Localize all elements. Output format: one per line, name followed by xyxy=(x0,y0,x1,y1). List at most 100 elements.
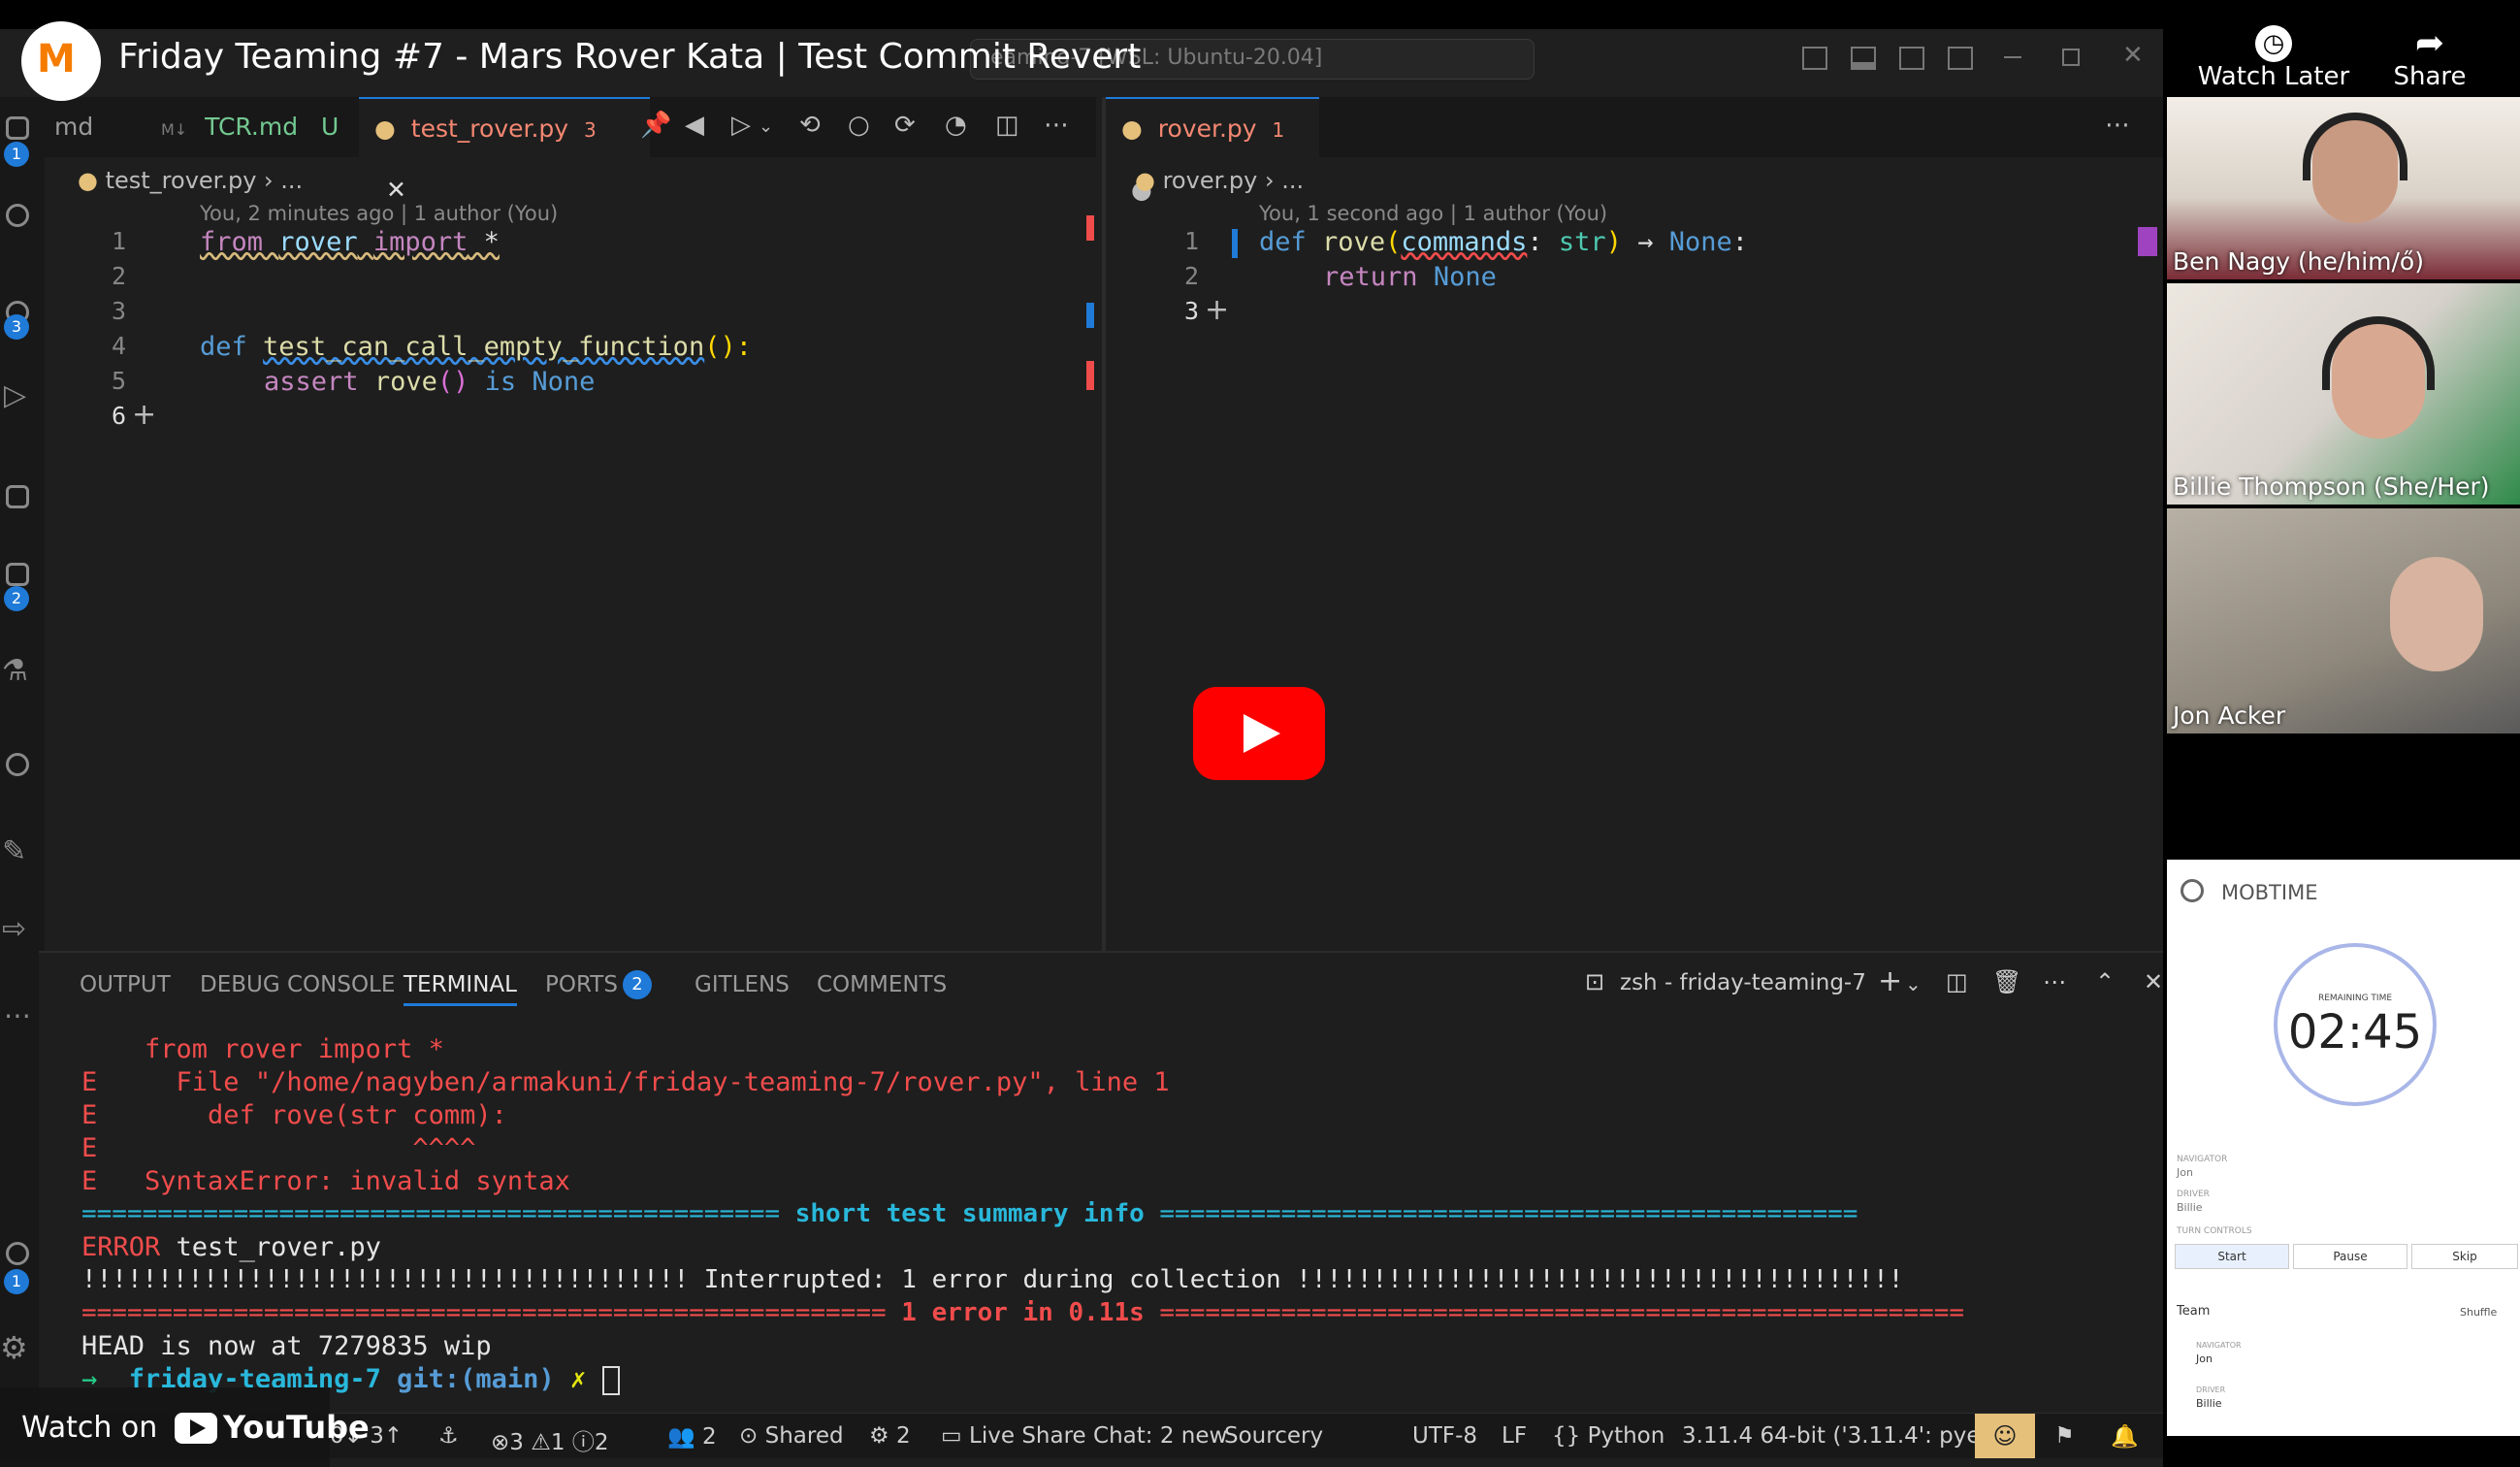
shared-status[interactable]: ⊙ Shared xyxy=(739,1423,844,1449)
channel-avatar[interactable]: M xyxy=(21,21,101,101)
more-actions-icon[interactable]: ⋯ xyxy=(2043,968,2066,995)
run-dropdown-icon[interactable]: ⌄ xyxy=(759,116,773,137)
close-window-icon[interactable]: ✕ xyxy=(2122,41,2144,70)
tab-comments[interactable]: COMMENTS xyxy=(817,972,947,997)
start-button[interactable]: Start xyxy=(2175,1244,2289,1269)
tab-gitlens[interactable]: GITLENS xyxy=(695,972,790,997)
blame-annotation[interactable]: You, 1 second ago | 1 author (You) xyxy=(1259,202,1607,225)
pause-button[interactable]: Pause xyxy=(2293,1244,2407,1269)
breadcrumb-file[interactable]: rover.py xyxy=(1163,167,1258,194)
accounts-icon[interactable] xyxy=(6,1242,29,1265)
testing-icon[interactable]: ⚗ xyxy=(2,654,28,688)
circle-icon[interactable]: ○ xyxy=(848,111,870,140)
shuffle-button[interactable]: Shuffle xyxy=(2460,1306,2497,1319)
share-button[interactable]: ➦ Share xyxy=(2376,25,2483,92)
tab-output[interactable]: OUTPUT xyxy=(80,972,171,997)
line-number: 2 xyxy=(1183,262,1199,290)
skip-button[interactable]: Skip xyxy=(2411,1244,2518,1269)
explorer-icon[interactable] xyxy=(6,116,29,140)
accounts-badge: 1 xyxy=(4,1269,29,1294)
toggle-panel-icon[interactable] xyxy=(1851,47,1876,70)
watch-on-youtube[interactable]: Watch on YouTube xyxy=(0,1387,370,1467)
blame-annotation[interactable]: You, 2 minutes ago | 1 author (You) xyxy=(200,202,558,225)
terminal-dropdown-icon[interactable]: ⌄ xyxy=(1905,972,1922,995)
tab-label: rover.py xyxy=(1157,114,1257,143)
tab-ports[interactable]: PORTS xyxy=(545,972,618,997)
new-terminal-plus-icon[interactable]: + xyxy=(1878,964,1902,998)
pin-icon[interactable]: 📌 xyxy=(640,111,671,140)
tab-md[interactable]: md xyxy=(39,97,109,157)
notifications-bell-icon[interactable]: 🔔 xyxy=(2111,1423,2139,1450)
toggle-primary-sidebar-icon[interactable] xyxy=(1802,47,1827,70)
extensions-badge: 2 xyxy=(4,586,29,611)
kill-terminal-trash-icon[interactable]: 🗑 xyxy=(1992,968,2021,995)
tab-debug-console[interactable]: DEBUG CONSOLE xyxy=(200,972,395,997)
close-panel-icon[interactable]: ✕ xyxy=(2144,968,2163,995)
driver-label: DRIVER xyxy=(2177,1190,2210,1199)
manage-gear-icon[interactable]: ⚙ xyxy=(0,1329,28,1366)
language-status[interactable]: {} Python xyxy=(1552,1423,1664,1449)
tab-rover-py[interactable]: ● rover.py 1 ● xyxy=(1106,97,1319,204)
python-file-icon: ● xyxy=(1135,167,1155,194)
remote-explorer-icon[interactable] xyxy=(6,485,29,508)
go-forward-icon[interactable]: ⟳ xyxy=(894,111,916,140)
encoding-status[interactable]: UTF-8 xyxy=(1412,1423,1477,1449)
maximize-panel-icon[interactable]: ⌃ xyxy=(2095,968,2115,995)
code-line-4[interactable]: def test_can_call_empty_function(): xyxy=(200,332,752,362)
live-share-icon[interactable] xyxy=(6,753,29,776)
mute-icon[interactable]: ◀ xyxy=(685,111,704,140)
split-terminal-icon[interactable]: ◫ xyxy=(1946,968,1968,995)
video-title[interactable]: Friday Teaming #7 - Mars Rover Kata | Te… xyxy=(118,37,1141,77)
breadcrumb-more[interactable]: ... xyxy=(1281,167,1304,194)
minimize-icon[interactable] xyxy=(2004,56,2021,58)
code-line-1[interactable]: def rove(commands: str) → None: xyxy=(1259,227,1748,257)
watch-later-button[interactable]: ◷ Watch Later xyxy=(2194,25,2353,91)
feedback-icon[interactable]: ⚑ xyxy=(2054,1423,2075,1449)
error-count: 3 xyxy=(509,1430,524,1455)
maximize-icon[interactable] xyxy=(2062,49,2080,66)
go-back-icon[interactable]: ⟲ xyxy=(799,111,821,140)
source-control-badge: 3 xyxy=(4,314,29,340)
participants-status[interactable]: 👥 2 xyxy=(667,1423,717,1450)
sourcery-status[interactable]: Sourcery xyxy=(1224,1423,1323,1449)
more-actions-icon[interactable]: ⋯ xyxy=(2105,111,2130,140)
problems-status[interactable]: ⊗3 ⚠1 ⓘ2 xyxy=(491,1423,608,1456)
watch-later-label: Watch Later xyxy=(2197,62,2350,91)
language-label: Python xyxy=(1587,1423,1665,1449)
search-icon[interactable] xyxy=(6,204,29,227)
breadcrumb-more[interactable]: ... xyxy=(280,167,303,194)
more-actions-icon[interactable]: ⋯ xyxy=(1044,111,1069,140)
customize-layout-icon[interactable] xyxy=(1948,47,1973,70)
more-views-icon[interactable]: ⋯ xyxy=(4,999,31,1031)
add-line-plus-icon[interactable]: + xyxy=(1205,293,1229,327)
split-editor-icon[interactable]: ◫ xyxy=(995,111,1019,140)
tab-tcr-md[interactable]: M↓ TCR.md U xyxy=(145,97,354,157)
gitlens-icon[interactable]: ✎ xyxy=(2,834,26,868)
toggle-secondary-sidebar-icon[interactable] xyxy=(1899,47,1924,70)
eol-status[interactable]: LF xyxy=(1502,1423,1527,1449)
run-debug-icon[interactable]: ▷ xyxy=(4,378,26,412)
tab-terminal[interactable]: TERMINAL xyxy=(404,972,517,1006)
code-line-5[interactable]: assert rove() is None xyxy=(264,367,595,397)
timeline-icon[interactable]: ◔ xyxy=(945,111,967,140)
error-mark xyxy=(1086,215,1094,241)
tab-test-rover-py[interactable]: ● test_rover.py 3 ✕ xyxy=(359,97,650,204)
start-label: Start xyxy=(2217,1250,2246,1263)
run-file-icon[interactable]: ▷ xyxy=(731,111,751,140)
extension-status[interactable]: ⚙ 2 xyxy=(869,1423,911,1449)
line-prefix: E xyxy=(81,1067,98,1097)
play-button[interactable] xyxy=(1193,687,1325,780)
add-line-plus-icon[interactable]: + xyxy=(132,398,156,432)
extensions-icon[interactable] xyxy=(6,563,29,586)
line-number: 2 xyxy=(111,262,126,290)
live-share-chat-status[interactable]: ▭ Live Share Chat: 2 new xyxy=(941,1423,1227,1449)
tab-label: test_rover.py xyxy=(410,114,569,143)
git-graph-icon[interactable]: ⇨ xyxy=(2,912,26,946)
copilot-icon[interactable]: ☺ xyxy=(1975,1414,2035,1458)
breadcrumb-file[interactable]: test_rover.py xyxy=(106,167,257,194)
terminal-name[interactable]: zsh - friday-teaming-7 xyxy=(1620,970,1866,995)
liveshare-anchor-icon[interactable]: ⚓ xyxy=(438,1423,459,1449)
code-line-1[interactable]: from rover import * xyxy=(200,227,500,257)
code-line-2[interactable]: return None xyxy=(1323,262,1497,292)
interpreter-status[interactable]: 3.11.4 64-bit ('3.11.4': pyenv) xyxy=(1682,1423,2017,1449)
